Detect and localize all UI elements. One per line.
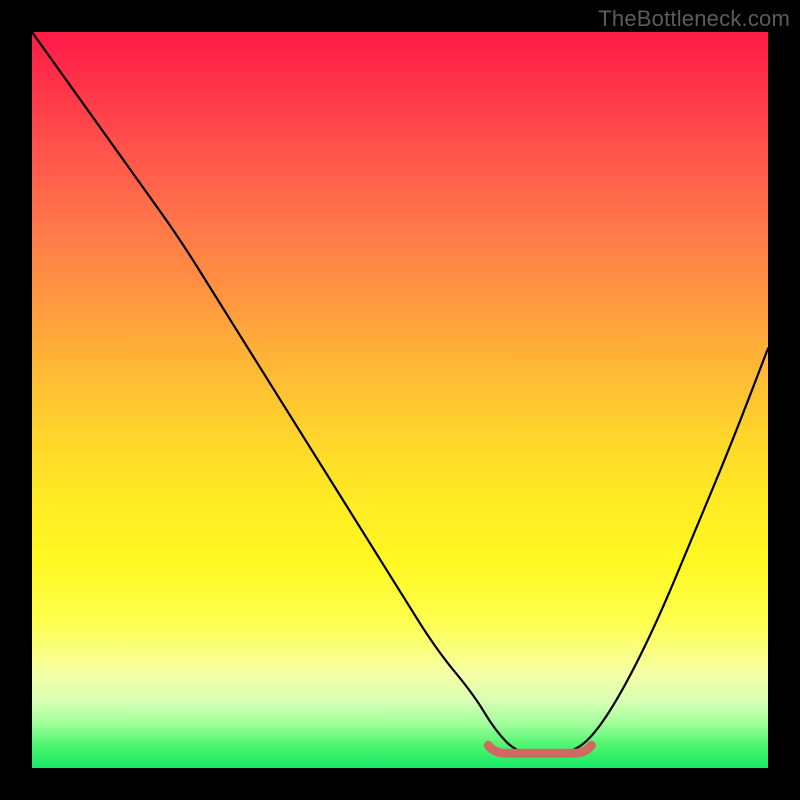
bottleneck-curve [32,32,768,753]
optimal-region-marker [488,745,591,753]
watermark-text: TheBottleneck.com [598,6,790,32]
curve-layer [32,32,768,768]
plot-area [32,32,768,768]
chart-frame: TheBottleneck.com [0,0,800,800]
